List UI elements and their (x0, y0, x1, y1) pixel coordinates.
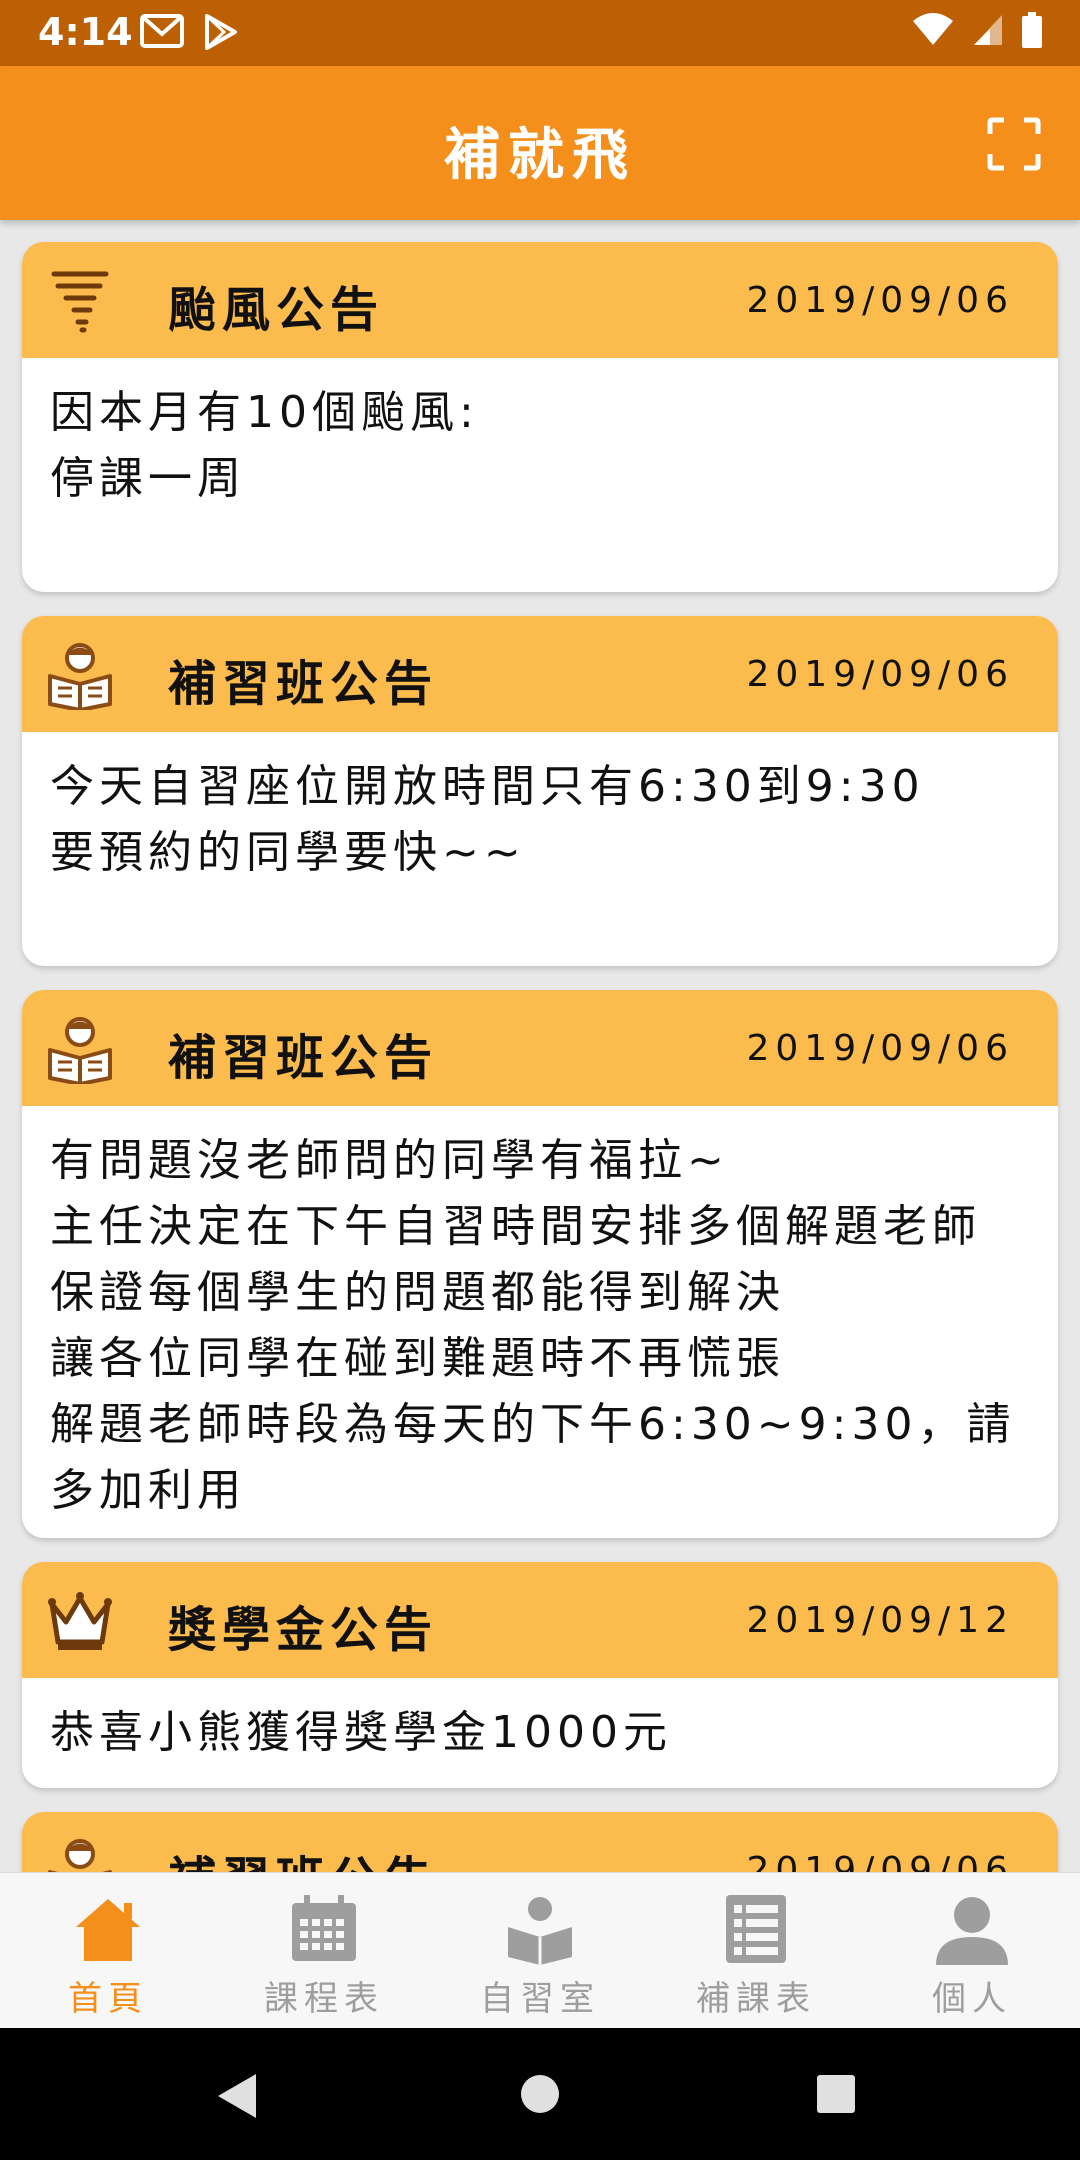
crown-icon (48, 1592, 112, 1650)
card-date: 2019/09/06 (746, 280, 1014, 321)
app-title: 補就飛 (444, 123, 636, 188)
card-title: 颱風公告 (168, 282, 385, 338)
student-reading-icon (48, 1017, 112, 1084)
card-body-line: 解題老師時段為每天的下午6:30~9:30，請 (50, 1399, 1016, 1450)
card-date: 2019/09/12 (746, 1600, 1014, 1641)
card-body-line: 恭喜小熊獲得獎學金1000元 (50, 1707, 672, 1758)
nav-home[interactable]: 首頁 (0, 1873, 216, 2029)
nav-study-room[interactable]: 自習室 (432, 1873, 648, 2029)
card-header: 獎學金公告 2019/09/12 (22, 1562, 1058, 1678)
announcement-list[interactable]: 颱風公告 2019/09/06 因本月有10個颱風: 停課一周 補習班公告 20… (0, 220, 1080, 1872)
announcement-card[interactable]: 颱風公告 2019/09/06 因本月有10個颱風: 停課一周 (22, 242, 1058, 592)
card-title: 補習班公告 (168, 656, 439, 712)
card-body: 今天自習座位開放時間只有6:30到9:30 要預約的同學要快~~ (22, 732, 1058, 914)
card-body-line: 讓各位同學在碰到難題時不再慌張 (50, 1333, 785, 1384)
play-store-icon (205, 14, 237, 50)
card-title: 補習班公告 (168, 1030, 439, 1086)
card-body: 有問題沒老師問的同學有福拉~ 主任決定在下午自習時間安排多個解題老師 保證每個學… (22, 1106, 1058, 1538)
card-body-line: 主任決定在下午自習時間安排多個解題老師 (50, 1201, 981, 1252)
nav-label: 補課表 (696, 1979, 816, 2019)
list-icon (726, 1895, 786, 1963)
card-body: 恭喜小熊獲得獎學金1000元 (22, 1678, 1058, 1788)
announcement-card[interactable]: 補習班公告 2019/09/06 今天自習座位開放時間只有6:30到9:30 要… (22, 616, 1058, 966)
calendar-icon (292, 1895, 356, 1961)
card-body-line: 今天自習座位開放時間只有6:30到9:30 (50, 761, 925, 812)
back-icon[interactable] (216, 2072, 260, 2120)
card-body-line: 有問題沒老師問的同學有福拉~ (50, 1135, 729, 1186)
nav-label: 個人 (932, 1979, 1012, 2019)
recents-icon[interactable] (816, 2074, 856, 2114)
card-header: 補習班公告 2019/09/06 (22, 990, 1058, 1106)
card-header: 颱風公告 2019/09/06 (22, 242, 1058, 358)
nav-label: 首頁 (68, 1979, 148, 2019)
announcement-card[interactable]: 補習班公告 2019/09/06 有問題沒老師問的同學有福拉~ 主任決定在下午自… (22, 990, 1058, 1538)
card-date: 2019/09/06 (746, 1028, 1014, 1069)
person-icon (936, 1897, 1008, 1965)
card-body-line: 保證每個學生的問題都能得到解決 (50, 1267, 785, 1318)
nav-label: 課程表 (264, 1979, 384, 2019)
home-circle-icon[interactable] (520, 2074, 560, 2114)
card-body-line: 多加利用 (50, 1465, 246, 1516)
announcement-card[interactable]: 補習班公告 2019/09/06 (22, 1812, 1058, 1872)
nav-makeup-schedule[interactable]: 補課表 (648, 1873, 864, 2029)
status-time: 4:14 (38, 10, 133, 54)
student-reading-icon (48, 1839, 112, 1872)
app-bar: 補就飛 (0, 66, 1080, 220)
card-header: 補習班公告 2019/09/06 (22, 616, 1058, 732)
card-date: 2019/09/06 (746, 654, 1014, 695)
system-navigation-bar (0, 2028, 1080, 2160)
battery-icon (1022, 12, 1042, 48)
card-body-line: 要預約的同學要快~~ (50, 827, 526, 878)
status-bar: 4:14 (0, 0, 1080, 66)
study-room-icon (508, 1897, 572, 1965)
tornado-icon (51, 271, 109, 333)
gmail-icon (140, 14, 184, 48)
home-icon (76, 1899, 140, 1961)
announcement-card[interactable]: 獎學金公告 2019/09/12 恭喜小熊獲得獎學金1000元 (22, 1562, 1058, 1788)
card-header: 補習班公告 2019/09/06 (22, 1812, 1058, 1872)
nav-label: 自習室 (480, 1979, 600, 2019)
signal-icon (974, 15, 1002, 45)
student-reading-icon (48, 643, 112, 710)
card-date: 2019/09/06 (746, 1850, 1014, 1872)
wifi-icon (913, 13, 953, 45)
bottom-navigation: 首頁 課程表 自習室 補課表 個人 (0, 1872, 1080, 2029)
card-title: 補習班公告 (168, 1840, 438, 1872)
card-title: 獎學金公告 (168, 1602, 439, 1658)
card-body: 因本月有10個颱風: 停課一周 (22, 358, 1058, 540)
nav-personal[interactable]: 個人 (864, 1873, 1080, 2029)
nav-schedule[interactable]: 課程表 (216, 1873, 432, 2029)
card-body-line: 停課一周 (50, 453, 246, 504)
fullscreen-scan-icon[interactable] (986, 116, 1042, 172)
card-body-line: 因本月有10個颱風: (50, 387, 479, 438)
